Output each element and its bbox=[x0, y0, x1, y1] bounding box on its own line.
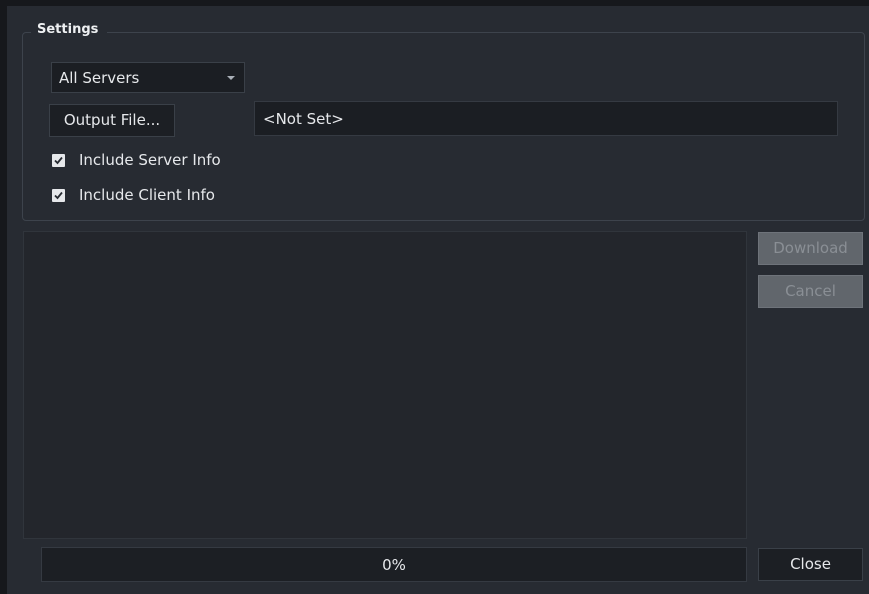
download-button[interactable]: Download bbox=[758, 232, 863, 265]
progress-bar: 0% bbox=[41, 547, 747, 582]
check-icon bbox=[52, 154, 65, 167]
settings-group-title: Settings bbox=[31, 22, 108, 37]
include-client-info-label: Include Client Info bbox=[79, 186, 215, 204]
include-server-info-label: Include Server Info bbox=[79, 151, 221, 169]
cancel-button[interactable]: Cancel bbox=[758, 275, 863, 308]
progress-text: 0% bbox=[382, 556, 406, 574]
output-file-button[interactable]: Output File... bbox=[49, 104, 175, 137]
chevron-down-icon bbox=[227, 76, 235, 80]
server-select-dropdown[interactable]: All Servers bbox=[51, 62, 245, 93]
export-dialog: Settings All Servers Output File... <Not… bbox=[7, 6, 869, 594]
log-output-area[interactable] bbox=[23, 231, 747, 539]
close-button[interactable]: Close bbox=[758, 548, 863, 581]
server-select-value: All Servers bbox=[59, 69, 140, 87]
output-path-field: <Not Set> bbox=[254, 101, 838, 136]
check-icon bbox=[52, 189, 65, 202]
